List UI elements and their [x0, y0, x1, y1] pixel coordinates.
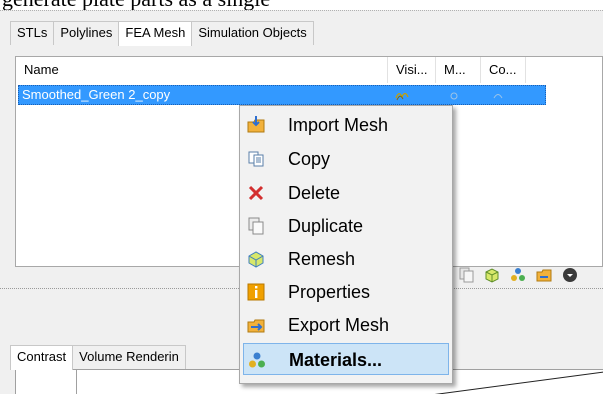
menu-label-export-mesh: Export Mesh [288, 315, 390, 335]
tab-contrast[interactable]: Contrast [10, 345, 74, 370]
menu-label-copy: Copy [288, 149, 331, 169]
menu-label-properties: Properties [288, 282, 371, 302]
duplicate-icon [248, 217, 264, 235]
tab-volume-rendering[interactable]: Volume Renderin [72, 345, 186, 369]
remesh-icon [248, 251, 264, 268]
color-state-icon[interactable] [491, 88, 505, 102]
delete-icon [248, 185, 264, 201]
menu-item-copy[interactable]: Copy [243, 143, 449, 175]
context-menu: Import Mesh Copy Delete Duplicate Remesh [239, 105, 453, 384]
column-header-co[interactable]: Co... [481, 57, 526, 83]
menu-item-export-mesh[interactable]: Export Mesh [243, 309, 449, 341]
duplicate-toolbar-icon[interactable] [458, 267, 474, 283]
menu-label-remesh: Remesh [288, 249, 356, 269]
materials-toolbar-icon[interactable] [510, 267, 526, 283]
caption-text: generate plate parts as a single [2, 0, 270, 10]
remesh-toolbar-icon[interactable] [484, 267, 500, 283]
mesh-state-icon[interactable] [447, 88, 461, 102]
materials-icon [249, 352, 265, 368]
top-tab-bar: STLs Polylines FEA Mesh Simulation Objec… [10, 21, 314, 46]
menu-item-import-mesh[interactable]: Import Mesh [243, 109, 449, 141]
menu-label-delete: Delete [288, 183, 341, 203]
column-header-m[interactable]: M... [436, 57, 481, 83]
import-mesh-icon [247, 116, 265, 133]
menu-label-duplicate: Duplicate [288, 216, 364, 236]
more-options-icon[interactable] [562, 267, 578, 283]
bottom-tab-bar: Contrast Volume Renderin [10, 345, 186, 370]
column-header-visible[interactable]: Visi... [388, 57, 436, 83]
copy-icon [248, 151, 264, 167]
menu-label-import-mesh: Import Mesh [288, 115, 389, 135]
menu-item-properties[interactable]: Properties [243, 276, 449, 308]
mesh-row[interactable]: Smoothed_Green 2_copy [18, 85, 546, 105]
tab-polylines[interactable]: Polylines [53, 21, 120, 45]
export-mesh-icon [247, 319, 265, 333]
menu-label-materials: Materials... [289, 350, 383, 370]
caption-remnant: generate plate parts as a single [0, 0, 603, 10]
mesh-row-name: Smoothed_Green 2_copy [22, 87, 171, 102]
menu-item-materials[interactable]: Materials... [243, 343, 449, 375]
properties-icon [247, 283, 265, 301]
menu-item-remesh[interactable]: Remesh [243, 243, 449, 275]
tab-fea-mesh[interactable]: FEA Mesh [118, 21, 193, 46]
tab-simulation-objects[interactable]: Simulation Objects [191, 21, 314, 45]
menu-item-delete[interactable]: Delete [243, 177, 449, 209]
tab-stls[interactable]: STLs [10, 21, 55, 45]
column-header-name[interactable]: Name [16, 57, 388, 83]
visibility-icon[interactable] [395, 88, 409, 102]
menu-item-duplicate[interactable]: Duplicate [243, 210, 449, 242]
export-toolbar-icon[interactable] [536, 267, 552, 283]
